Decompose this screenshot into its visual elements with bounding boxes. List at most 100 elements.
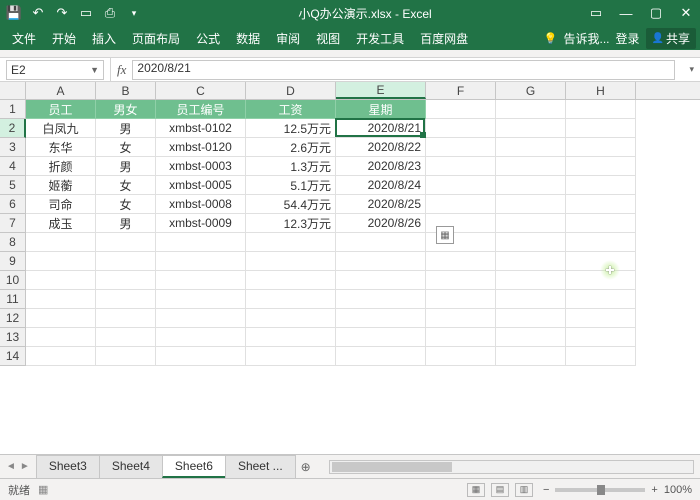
cell[interactable] [246,252,336,271]
sheet-tab[interactable]: Sheet ... [225,455,296,478]
cell[interactable]: 2020/8/25 [336,195,426,214]
cell[interactable] [566,309,636,328]
cell[interactable] [426,328,496,347]
cell[interactable]: 54.4万元 [246,195,336,214]
qat-more-icon[interactable]: ▾ [126,5,142,21]
row-header[interactable]: 4 [0,157,26,176]
row-header[interactable]: 3 [0,138,26,157]
column-header[interactable]: G [496,82,566,99]
cell[interactable] [336,233,426,252]
cell[interactable]: 2.6万元 [246,138,336,157]
row-header[interactable]: 1 [0,100,26,119]
cell[interactable] [96,347,156,366]
cell[interactable]: 男 [96,214,156,233]
cell[interactable] [336,347,426,366]
cell[interactable] [96,271,156,290]
cell[interactable]: 员工 [26,100,96,119]
cell[interactable] [96,328,156,347]
cell[interactable]: 女 [96,176,156,195]
cell[interactable] [496,100,566,119]
cell[interactable] [26,347,96,366]
zoom-slider[interactable] [555,488,645,492]
column-header[interactable]: H [566,82,636,99]
ribbon-tab[interactable]: 开始 [44,26,84,50]
nav-prev-icon[interactable]: ◄ [6,461,16,472]
column-header[interactable]: F [426,82,496,99]
save-icon[interactable]: 💾 [6,5,22,21]
column-header[interactable]: B [96,82,156,99]
new-icon[interactable]: ▭ [78,5,94,21]
ribbon-tab[interactable]: 文件 [4,26,44,50]
cell[interactable]: 男女 [96,100,156,119]
cell[interactable] [496,195,566,214]
cell[interactable] [336,309,426,328]
cell[interactable]: 星期 [336,100,426,119]
cell[interactable]: 2020/8/21 [336,119,426,138]
horizontal-scrollbar[interactable] [329,460,694,474]
cell[interactable] [156,252,246,271]
page-break-view-icon[interactable]: ▥ [515,483,533,497]
cell[interactable] [566,176,636,195]
cell[interactable]: 12.3万元 [246,214,336,233]
cell[interactable] [566,138,636,157]
row-header[interactable]: 9 [0,252,26,271]
cell[interactable] [426,347,496,366]
cell[interactable] [336,252,426,271]
cell[interactable]: 司命 [26,195,96,214]
cell[interactable] [496,176,566,195]
cell[interactable]: 成玉 [26,214,96,233]
zoom-percent[interactable]: 100% [664,484,692,496]
cell[interactable] [156,309,246,328]
cell[interactable] [336,328,426,347]
cell[interactable]: 男 [96,157,156,176]
cell[interactable] [496,233,566,252]
cell[interactable] [156,233,246,252]
cell[interactable] [566,328,636,347]
cell[interactable] [156,328,246,347]
cell[interactable] [96,309,156,328]
cell[interactable]: xmbst-0005 [156,176,246,195]
cell[interactable]: 2020/8/26 [336,214,426,233]
cell[interactable]: 5.1万元 [246,176,336,195]
column-header[interactable]: E [336,82,426,99]
cell[interactable] [96,233,156,252]
cell[interactable] [26,309,96,328]
cell[interactable] [566,214,636,233]
cell[interactable]: 1.3万元 [246,157,336,176]
column-header[interactable]: D [246,82,336,99]
cell[interactable] [246,309,336,328]
cell[interactable]: 女 [96,138,156,157]
formula-bar[interactable]: 2020/8/21 [132,60,675,80]
name-box[interactable]: E2 ▼ [6,60,104,80]
minimize-icon[interactable]: — [618,5,634,21]
cell[interactable]: 男 [96,119,156,138]
cell[interactable] [496,119,566,138]
cell[interactable] [426,195,496,214]
cell[interactable] [566,290,636,309]
cell[interactable] [496,252,566,271]
cell[interactable] [496,309,566,328]
row-header[interactable]: 2 [0,119,26,138]
row-header[interactable]: 13 [0,328,26,347]
ribbon-tab[interactable]: 页面布局 [124,26,188,50]
redo-icon[interactable]: ↷ [54,5,70,21]
cell[interactable] [496,138,566,157]
cell[interactable] [246,328,336,347]
cell[interactable] [426,271,496,290]
cell[interactable]: 员工编号 [156,100,246,119]
fx-icon[interactable]: fx [110,58,132,81]
sheet-nav[interactable]: ◄ ► [6,461,36,472]
cell[interactable] [156,347,246,366]
cell[interactable]: 2020/8/22 [336,138,426,157]
ribbon-tab[interactable]: 公式 [188,26,228,50]
cell[interactable] [566,157,636,176]
autofill-options-icon[interactable]: ▦ [436,226,454,244]
sheet-tab[interactable]: Sheet6 [162,455,226,478]
macro-icon[interactable]: ▦ [38,483,48,496]
cell[interactable] [26,233,96,252]
cell[interactable] [496,347,566,366]
cell[interactable] [496,271,566,290]
row-header[interactable]: 14 [0,347,26,366]
row-header[interactable]: 5 [0,176,26,195]
cell[interactable] [426,157,496,176]
